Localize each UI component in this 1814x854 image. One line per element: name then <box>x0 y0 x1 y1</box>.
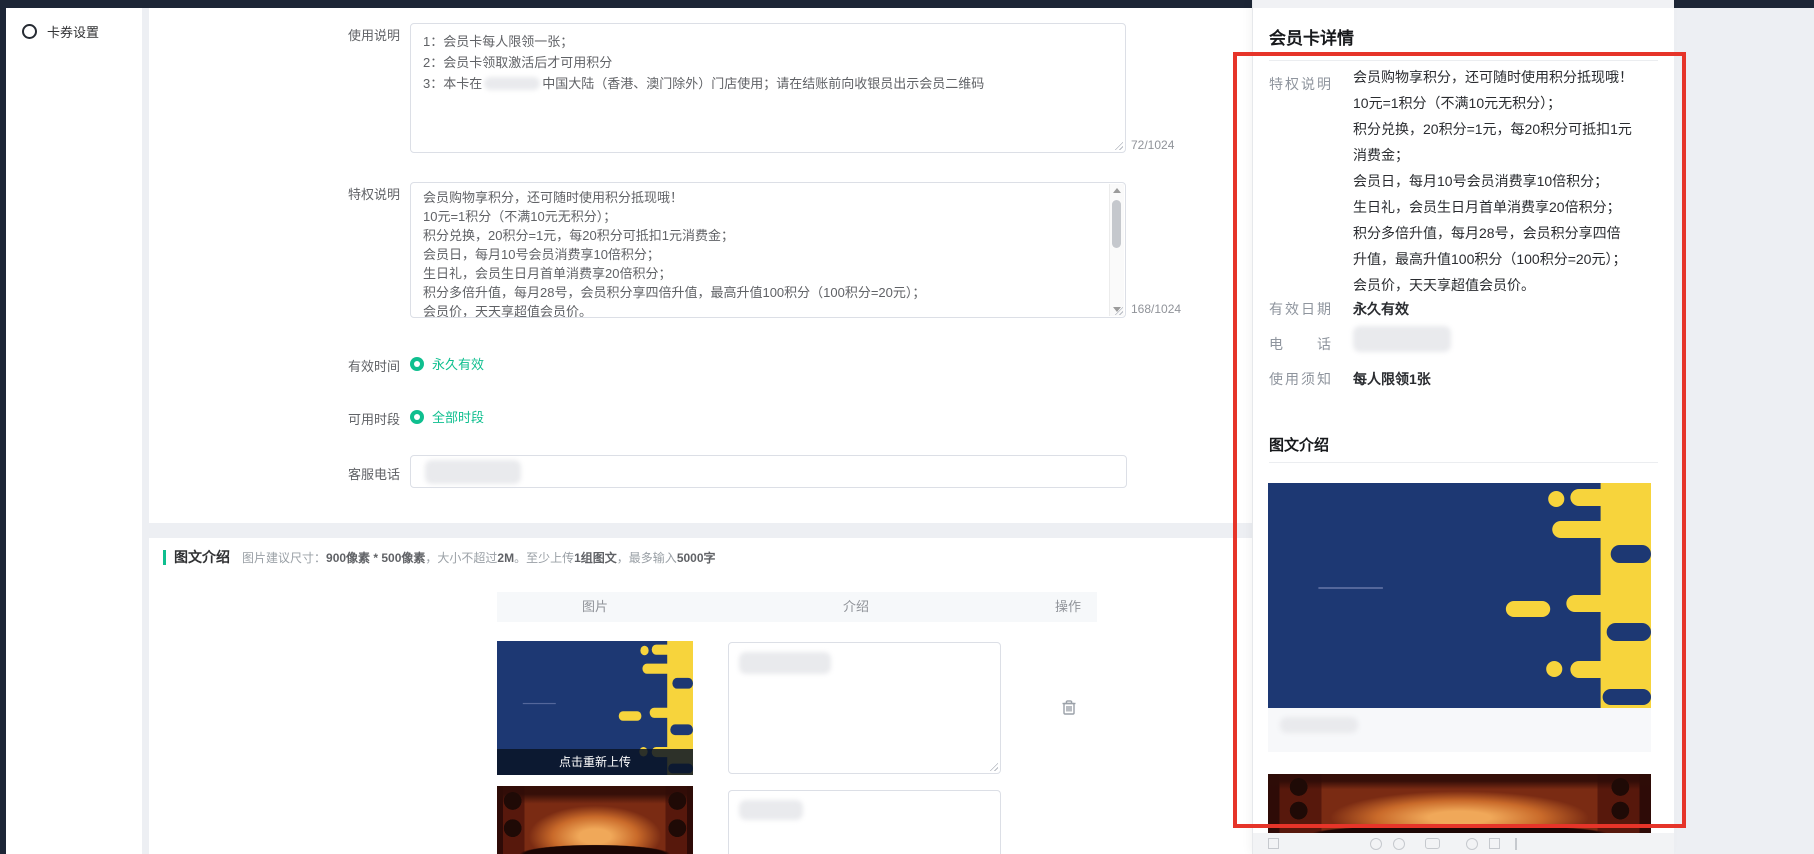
redacted-text <box>484 77 540 90</box>
gallery-image-thumbnail[interactable] <box>497 786 693 854</box>
privilege-line: 会员日，每月10号会员消费享10倍积分； <box>423 245 1099 264</box>
privilege-line: 会员价，天天享超值会员价。 <box>423 302 1099 318</box>
redacted-phone-value <box>1353 326 1451 352</box>
time-slot-label: 可用时段 <box>290 409 400 428</box>
preview-notice-value: 每人限领1张 <box>1353 369 1655 389</box>
column-header-action: 操作 <box>1055 592 1081 622</box>
usage-char-counter: 72/1024 <box>1131 138 1174 152</box>
sidebar-item-card-settings[interactable]: 卡券设置 <box>22 22 99 41</box>
textarea-scrollbar[interactable] <box>1109 184 1124 316</box>
preview-gallery-image <box>1268 483 1651 708</box>
service-phone-input[interactable] <box>410 455 1127 488</box>
column-header-image: 图片 <box>582 592 608 622</box>
circle-icon[interactable] <box>1370 838 1382 850</box>
emoji-icon[interactable] <box>1466 838 1478 850</box>
privilege-line: 生日礼，会员生日月首单消费享20倍积分； <box>423 264 1099 283</box>
preview-phone-label: 电 话 <box>1269 334 1331 354</box>
time-slot-option: 全部时段 <box>432 407 484 426</box>
redacted-phone-value <box>425 460 521 484</box>
preview-notice-label: 使用须知 <box>1269 369 1331 389</box>
scroll-up-icon[interactable] <box>1113 188 1121 193</box>
gallery-header: 图文介绍 图片建议尺寸：900像素 * 500像素，大小不超过2M。至少上传1组… <box>163 547 716 567</box>
preview-gallery-image <box>1268 774 1651 833</box>
trash-icon <box>1060 698 1078 716</box>
privilege-textarea[interactable]: 会员购物享积分，还可随时使用积分抵现哦！ 10元=1积分（不满10元无积分）； … <box>410 182 1126 318</box>
drawer-top-strip <box>1253 0 1674 8</box>
divider <box>1269 60 1658 61</box>
member-card-artwork-blue <box>1268 483 1651 708</box>
upload-icon[interactable] <box>1489 838 1500 849</box>
sidebar-item-label: 卡券设置 <box>47 22 99 41</box>
intro-textarea[interactable] <box>728 790 1001 854</box>
privilege-line: 10元=1积分（不满10元无积分）； <box>423 207 1099 226</box>
divider-icon <box>1515 838 1517 850</box>
gallery-section: 图文介绍 图片建议尺寸：900像素 * 500像素，大小不超过2M。至少上传1组… <box>149 538 1252 854</box>
radio-circle-icon <box>22 24 37 39</box>
radio-checked-icon <box>410 357 424 371</box>
radio-checked-icon <box>410 410 424 424</box>
member-card-preview-panel: 会员卡详情 特权说明 会员购物享积分，还可随时使用积分抵现哦！ 10元=1积分（… <box>1252 0 1674 854</box>
video-icon[interactable] <box>1425 838 1440 849</box>
usage-textarea[interactable]: 1：会员卡每人限领一张； 2：会员卡领取激活后才可用积分 3：本卡在中国大陆（香… <box>410 23 1126 153</box>
textarea-resize-handle[interactable] <box>1114 141 1123 150</box>
editor-toolbar <box>1253 833 1674 854</box>
scrollbar-thumb[interactable] <box>1112 200 1121 248</box>
valid-time-radio[interactable]: 永久有效 <box>410 354 484 373</box>
divider <box>1269 462 1658 463</box>
time-slot-radio[interactable]: 全部时段 <box>410 407 484 426</box>
preview-privilege-label: 特权说明 <box>1269 74 1331 94</box>
preview-title: 会员卡详情 <box>1269 24 1354 49</box>
circle-icon[interactable] <box>1393 838 1405 850</box>
preview-gallery-title: 图文介绍 <box>1269 434 1329 455</box>
redacted-intro-text <box>739 652 831 674</box>
card-settings-form: 使用说明 1：会员卡每人限领一张； 2：会员卡领取激活后才可用积分 3：本卡在中… <box>149 8 1252 523</box>
gallery-table-header: 图片 介绍 操作 <box>497 592 1097 622</box>
service-phone-label: 客服电话 <box>290 464 400 483</box>
preview-valid-date-label: 有效日期 <box>1269 299 1331 319</box>
privilege-label: 特权说明 <box>290 184 400 203</box>
preview-valid-date-value: 永久有效 <box>1353 299 1655 319</box>
section-accent-bar <box>163 550 166 565</box>
usage-line: 3：本卡在中国大陆（香港、澳门除外）门店使用；请在结账前向收银员出示会员二维码 <box>423 73 1113 94</box>
intro-textarea[interactable] <box>728 642 1001 774</box>
privilege-line: 积分多倍升值，每月28号，会员积分享四倍升值，最高升值100积分（100积分=2… <box>423 283 1099 302</box>
reupload-overlay-button[interactable]: 点击重新上传 <box>497 749 693 775</box>
textarea-resize-handle[interactable] <box>989 762 998 771</box>
privilege-line: 会员购物享积分，还可随时使用积分抵现哦！ <box>423 188 1099 207</box>
preview-privilege-text: 会员购物享积分，还可随时使用积分抵现哦！ 10元=1积分（不满10元无积分）； … <box>1353 64 1655 298</box>
gallery-image-thumbnail[interactable]: 点击重新上传 <box>497 641 693 775</box>
redacted-caption-text <box>1280 717 1358 733</box>
valid-time-option: 永久有效 <box>432 354 484 373</box>
delete-row-button[interactable] <box>1060 698 1078 716</box>
column-header-intro: 介绍 <box>843 592 869 622</box>
privilege-line: 积分兑换，20积分=1元，每20积分可抵扣1元消费金； <box>423 226 1099 245</box>
gallery-title: 图文介绍 <box>174 547 230 567</box>
usage-label: 使用说明 <box>290 25 400 44</box>
valid-time-label: 有效时间 <box>290 356 400 375</box>
image-placeholder-icon[interactable] <box>1268 838 1279 849</box>
privilege-char-counter: 168/1024 <box>1131 302 1181 316</box>
sidebar: 卡券设置 <box>6 8 142 854</box>
gallery-hint: 图片建议尺寸：900像素 * 500像素，大小不超过2M。至少上传1组图文，最多… <box>242 549 716 566</box>
preview-image-caption <box>1268 708 1651 752</box>
usage-line: 2：会员卡领取激活后才可用积分 <box>423 52 1113 73</box>
usage-line: 1：会员卡每人限领一张； <box>423 31 1113 52</box>
redacted-intro-text <box>739 800 803 820</box>
